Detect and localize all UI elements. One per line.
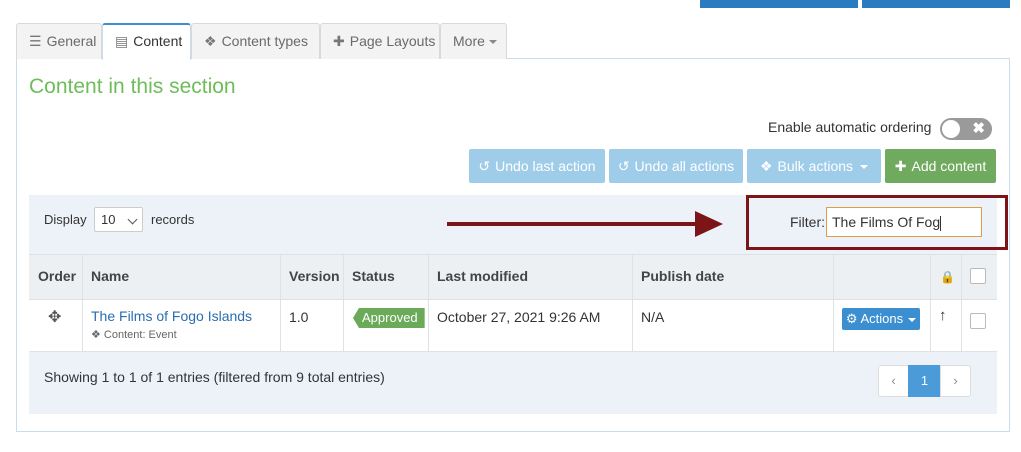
- caret-down-icon: [860, 165, 869, 170]
- close-icon: ✖: [972, 120, 985, 137]
- tab-more[interactable]: More: [440, 23, 507, 59]
- caret-down-icon: [908, 317, 917, 322]
- undo-icon: ↺: [617, 158, 630, 174]
- text-cursor: [940, 215, 942, 231]
- caret-down-icon: [488, 40, 497, 45]
- records-label: records: [151, 212, 195, 227]
- cubes-icon: ❖: [204, 33, 217, 49]
- column-divider: [280, 254, 281, 352]
- tab-general[interactable]: ☰ General: [16, 23, 102, 59]
- page-length-value: 10: [101, 212, 116, 227]
- section-title: Content in this section: [29, 75, 236, 98]
- table-info: Showing 1 to 1 of 1 entries (filtered fr…: [44, 369, 385, 385]
- pagination-page[interactable]: 1: [908, 365, 941, 397]
- display-label: Display: [44, 212, 87, 227]
- document-icon: ▤: [115, 33, 129, 49]
- filter-input[interactable]: The Films Of Fog: [826, 207, 982, 237]
- chevron-left-icon: ‹: [891, 373, 896, 388]
- auto-ordering-toggle[interactable]: ✖: [940, 118, 992, 140]
- puzzle-icon: ✚: [333, 33, 345, 49]
- undo-all-button[interactable]: ↺ Undo all actions: [609, 149, 743, 183]
- chevron-down-icon: [127, 214, 138, 225]
- pagination-prev[interactable]: ‹: [878, 365, 909, 397]
- auto-ordering-label: Enable automatic ordering: [768, 119, 932, 135]
- plus-icon: ✚: [894, 158, 907, 174]
- chevron-right-icon: ›: [953, 373, 958, 388]
- cubes-icon: ❖: [91, 329, 104, 341]
- header-name[interactable]: Name: [91, 268, 129, 284]
- column-divider: [833, 254, 834, 352]
- drag-handle-icon[interactable]: ✥: [48, 307, 61, 327]
- lock-icon: 🔒: [940, 270, 955, 284]
- add-content-label: Add content: [911, 158, 987, 174]
- undo-all-label: Undo all actions: [634, 158, 735, 174]
- filter-label: Filter:: [790, 214, 825, 230]
- row-checkbox[interactable]: [970, 313, 986, 329]
- last-modified-value: October 27, 2021 9:26 AM: [437, 309, 601, 325]
- publish-date-value: N/A: [641, 309, 665, 325]
- tab-content-label: Content: [133, 33, 183, 49]
- undo-last-button[interactable]: ↺ Undo last action: [469, 149, 605, 183]
- annotation-arrow: [447, 211, 723, 237]
- select-all-checkbox[interactable]: [970, 268, 986, 284]
- header-version[interactable]: Version: [289, 268, 340, 284]
- arrow-up-icon[interactable]: ↑: [939, 307, 947, 324]
- undo-icon: ↺: [478, 158, 491, 174]
- header-order[interactable]: Order: [38, 268, 76, 284]
- page-length-select[interactable]: 10: [94, 207, 143, 232]
- bulk-actions-label: Bulk actions: [777, 158, 854, 174]
- content-type-label: ❖ Content: Event: [91, 329, 177, 341]
- column-divider: [961, 254, 962, 352]
- undo-last-label: Undo last action: [495, 158, 596, 174]
- cubes-icon: ❖: [759, 158, 773, 174]
- tab-content[interactable]: ▤ Content: [102, 23, 191, 60]
- status-badge: Approved: [353, 308, 425, 328]
- tab-page-layouts[interactable]: ✚ Page Layouts: [320, 23, 440, 59]
- header-last-modified[interactable]: Last modified: [437, 268, 528, 284]
- gear-icon: ⚙: [845, 311, 861, 326]
- column-divider: [632, 254, 633, 352]
- content-title-link[interactable]: The Films of Fogo Islands: [91, 308, 252, 324]
- tab-page-layouts-label: Page Layouts: [349, 33, 436, 49]
- column-divider: [343, 254, 344, 352]
- top-button-1[interactable]: [700, 0, 858, 8]
- bulk-actions-button[interactable]: ❖ Bulk actions: [747, 149, 881, 183]
- header-status[interactable]: Status: [352, 268, 395, 284]
- tab-more-label: More: [453, 33, 485, 49]
- tab-general-label: General: [46, 33, 97, 49]
- header-publish-date[interactable]: Publish date: [641, 268, 724, 284]
- tab-content-types[interactable]: ❖ Content types: [191, 23, 320, 59]
- version-value: 1.0: [289, 309, 309, 325]
- top-button-2[interactable]: [862, 0, 1010, 8]
- tab-content-types-label: Content types: [221, 33, 308, 49]
- row-actions-button[interactable]: ⚙ Actions: [842, 308, 920, 330]
- add-content-button[interactable]: ✚ Add content: [885, 149, 996, 183]
- column-divider: [930, 254, 931, 352]
- sliders-icon: ☰: [29, 33, 42, 49]
- filter-input-value: The Films Of Fog: [832, 214, 941, 230]
- toggle-knob: [942, 120, 960, 138]
- pagination-next[interactable]: ›: [940, 365, 971, 397]
- column-divider: [428, 254, 429, 352]
- column-divider: [82, 254, 83, 352]
